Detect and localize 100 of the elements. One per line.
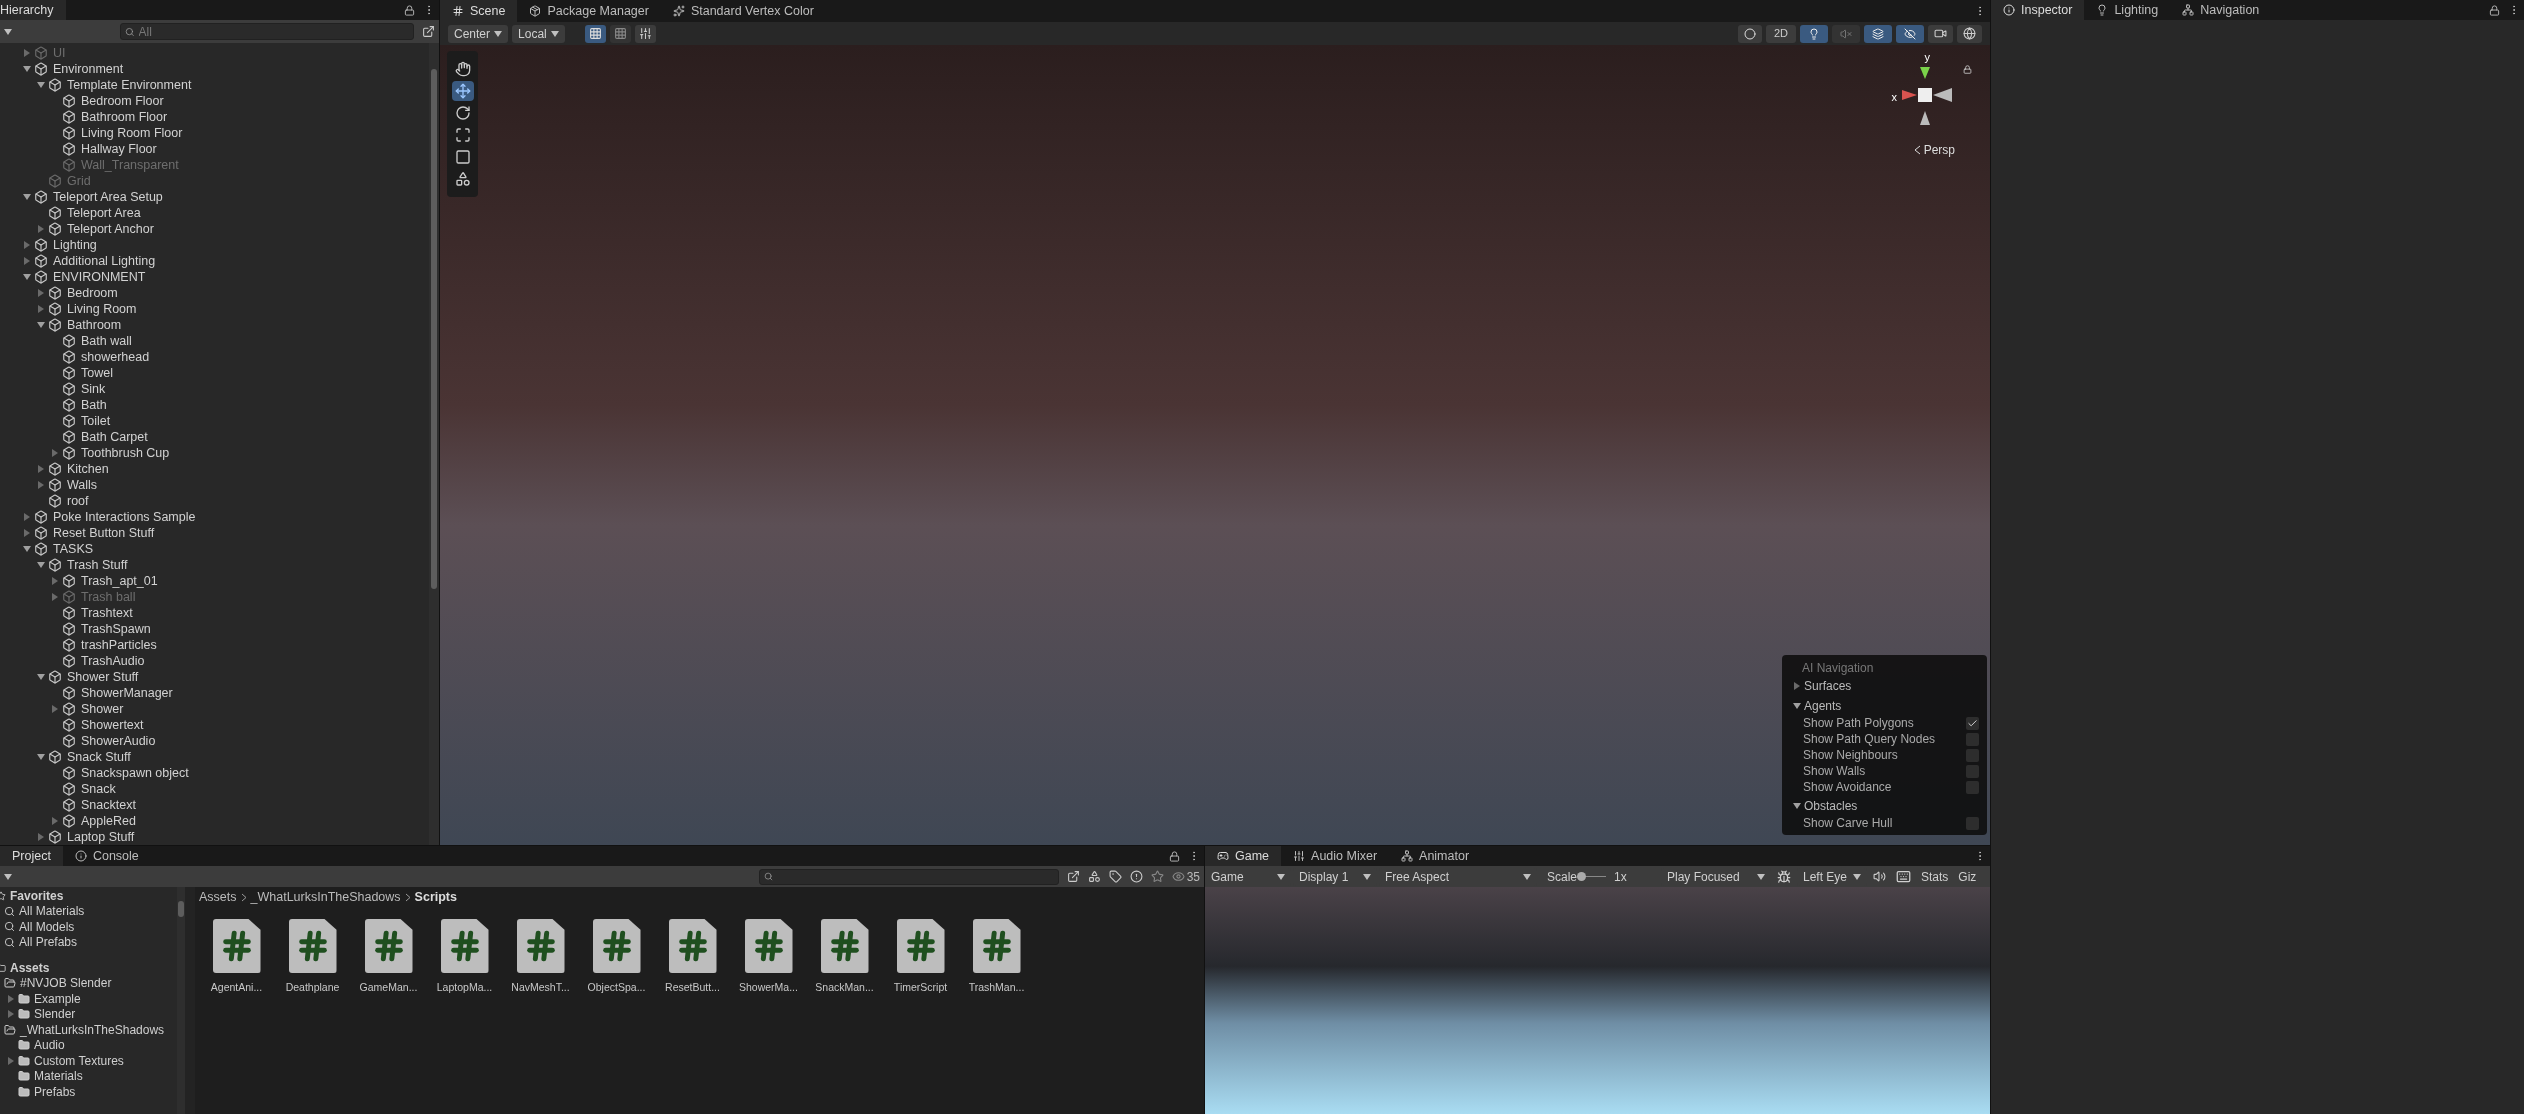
cube-icon [62,110,76,124]
panel-tab[interactable]: Project [0,846,63,866]
cube-icon [62,398,76,412]
mode-2d-button[interactable]: 2D [1765,24,1796,43]
keyboard-icon[interactable] [1896,869,1911,884]
gizmos-button[interactable] [1957,24,1982,43]
scene-toggle-button[interactable] [1800,24,1828,43]
panel-tab[interactable]: Audio Mixer [1281,846,1390,866]
tree-item[interactable]: Assets [10,958,50,977]
caret-icon[interactable] [4,873,12,880]
alert-icon[interactable] [1129,870,1143,883]
scrollbar[interactable] [177,887,185,1114]
star-icon[interactable] [1150,870,1164,883]
panel-tab[interactable]: Lighting [2084,0,2171,20]
breadcrumb-item[interactable]: _WhatLurksInTheShadows [250,887,401,907]
option-label: Show Neighbours [1803,747,1898,764]
cube-icon [34,526,48,540]
option-label: Show Carve Hull [1803,815,1893,832]
lock-icon[interactable] [404,4,415,16]
search-field[interactable]: All [120,23,414,40]
expand-arrow-icon[interactable] [1793,802,1801,810]
snap-button[interactable] [609,24,631,43]
camera-button[interactable] [1928,24,1953,43]
cube-icon [62,126,76,140]
eye-icon[interactable] [1171,870,1185,883]
speaker-icon[interactable] [1873,870,1886,883]
projection-label[interactable]: Persp [1923,141,1955,159]
asset-name: Deathplane [285,980,340,995]
breadcrumb-item[interactable]: Assets [199,887,237,907]
panel-tab[interactable]: Animator [1389,846,1482,866]
panel-tab[interactable]: Package Manager [517,0,661,22]
script-asset[interactable]: Deathplane [281,919,344,996]
cube-icon [48,222,62,236]
cube-icon [62,446,76,460]
expand-arrow-icon[interactable] [37,753,45,761]
script-asset[interactable]: ShowerMa... [737,919,800,996]
script-asset[interactable]: ResetButt... [661,919,724,996]
gizmos-button[interactable]: Giz [1954,867,1981,886]
expand-arrow-icon[interactable] [37,673,45,681]
slider-thumb[interactable] [1577,872,1587,881]
checkbox[interactable] [1966,748,1979,762]
checkbox[interactable] [1966,816,1979,830]
script-asset[interactable]: NavMeshT... [509,919,572,996]
scene-toggle-button[interactable] [1896,24,1924,43]
panel-tab[interactable]: Navigation [2170,0,2272,20]
bug-icon[interactable] [1777,869,1791,884]
panel-tab[interactable]: Hierarchy [0,0,66,20]
type-filter-icon[interactable] [1087,870,1101,883]
section-header[interactable]: Obstacles [1804,797,1858,815]
game-render[interactable] [1205,887,1990,1114]
search-field[interactable] [758,868,1059,885]
draw-mode-button[interactable] [1737,24,1762,43]
lock-icon[interactable] [1963,65,1972,74]
space-dropdown[interactable]: Local [512,24,565,43]
checkbox[interactable] [1966,716,1979,730]
panel-tab[interactable]: Game [1205,846,1282,866]
panel-tab[interactable]: Scene [440,0,518,22]
checkbox[interactable] [1966,780,1979,794]
cube-icon [48,462,62,476]
tree-item[interactable]: All Prefabs [19,933,78,952]
script-asset[interactable]: AgentAni... [205,919,268,996]
script-asset[interactable]: SnackMan... [813,919,876,996]
increment-snap-button[interactable] [634,24,656,43]
breadcrumb-item[interactable]: Scripts [414,887,457,907]
section-header[interactable]: Surfaces [1804,677,1852,695]
cube-icon [62,590,76,604]
stats-button[interactable]: Stats [1917,867,1953,886]
scene-search-icon[interactable] [422,25,435,38]
pivot-dropdown[interactable]: Center [448,24,509,43]
script-asset[interactable]: GameMan... [357,919,420,996]
label-filter-icon[interactable] [1108,870,1122,883]
caret-icon [494,30,503,37]
asset-name: TimerScript [893,980,948,995]
expand-arrow-icon[interactable] [23,193,31,201]
checkbox[interactable] [1966,764,1979,778]
caret-icon[interactable] [4,28,12,35]
scrollbar[interactable] [429,43,439,845]
lock-icon[interactable] [1169,851,1180,862]
checkbox[interactable] [1966,732,1979,746]
cube-icon [34,510,48,524]
expand-arrow-icon[interactable] [1793,682,1801,690]
option-label: Show Path Polygons [1803,715,1914,732]
scene-render[interactable]: y x Persp AI Navigation Surfaces Agents Show Path Polygons Show Path Query Nodes Show Neighbours Show Walls Show Avoidance Obstacles Show Carve Hull [440,45,1990,845]
script-asset[interactable]: TimerScript [889,919,952,996]
lock-icon[interactable] [2489,5,2500,16]
section-header[interactable]: Agents [1804,697,1842,715]
panel-tab[interactable]: Standard Vertex Color [660,0,826,22]
tool-icon[interactable] [451,81,474,101]
scene-toggle-button[interactable] [1832,24,1860,43]
script-asset[interactable]: ObjectSpa... [585,919,648,996]
panel-tab[interactable]: Inspector [1991,0,2085,20]
scene-search-icon[interactable] [1066,870,1080,883]
tree-item[interactable]: Favorites [10,887,64,905]
script-asset[interactable]: LaptopMa... [433,919,496,996]
scene-toggle-button[interactable] [1864,24,1892,43]
grid-snap-button[interactable] [584,24,606,43]
cube-icon [48,830,62,844]
panel-tab[interactable]: Console [62,846,151,866]
expand-arrow-icon[interactable] [1793,702,1801,710]
script-asset[interactable]: TrashMan... [965,919,1028,996]
